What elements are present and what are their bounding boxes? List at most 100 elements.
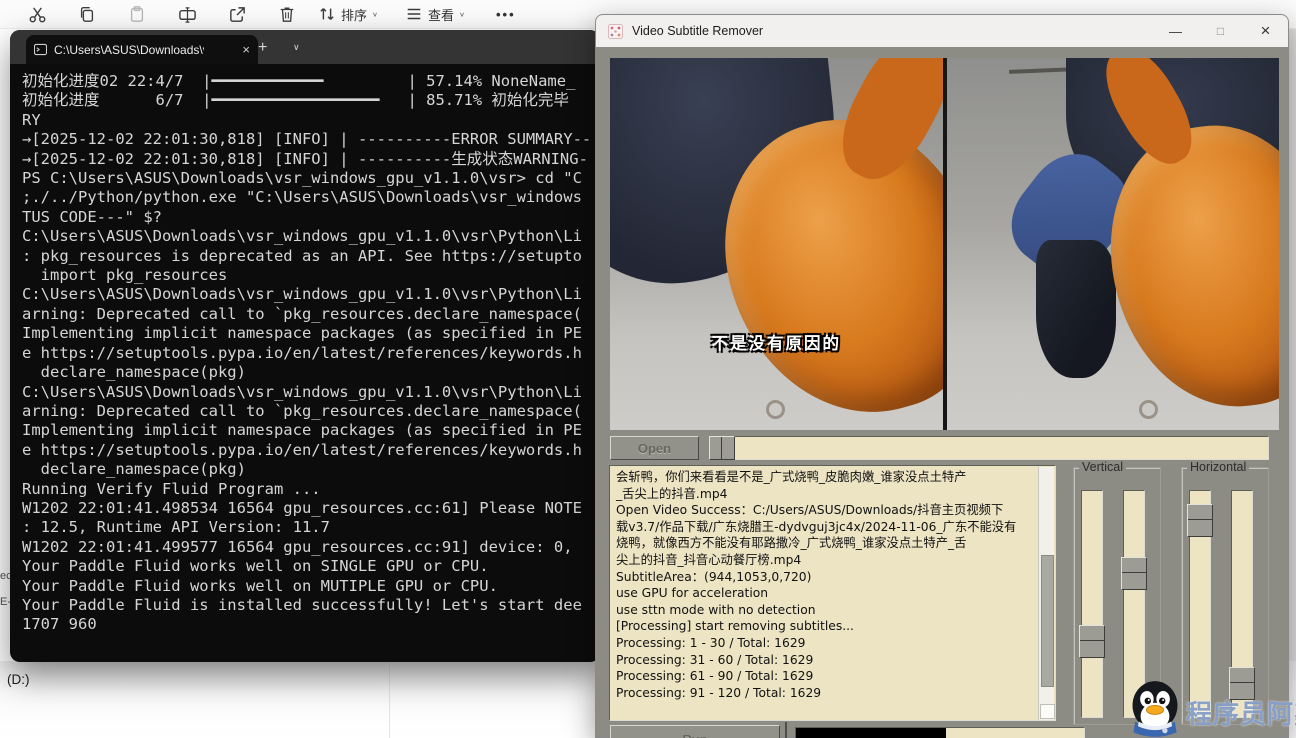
terminal-line: Your Paddle Fluid works well on MUTIPLE … bbox=[22, 577, 600, 596]
rename-icon[interactable] bbox=[178, 3, 197, 25]
scrollbar-thumb[interactable] bbox=[1041, 555, 1054, 687]
hanging-ring bbox=[766, 400, 785, 419]
explorer-column-divider bbox=[389, 663, 390, 738]
terminal-line: : pkg_resources is deprecated as an API.… bbox=[22, 247, 600, 266]
ellipsis-icon: ••• bbox=[496, 7, 516, 22]
video-preview-area: 不是没有原因的 bbox=[610, 58, 1279, 430]
log-scrollbar[interactable] bbox=[1038, 467, 1054, 721]
watermark: 程序员阿鑫 bbox=[1128, 680, 1296, 738]
copy-icon[interactable] bbox=[78, 3, 96, 25]
progress-bar bbox=[795, 727, 1085, 738]
terminal-line: Running Verify Fluid Program ... bbox=[22, 480, 600, 499]
log-line: 烧鸭，就像西方不能没有耶路撒冷_广式烧鸭_谁家没点土特产_舌 bbox=[616, 535, 1035, 552]
video-frame-processed bbox=[947, 58, 1280, 430]
terminal-line: Implementing implicit namespace packages… bbox=[22, 421, 600, 440]
window-title: Video Subtitle Remover bbox=[632, 24, 763, 38]
log-line: 载v3.7/作品下载/广东烧腊王-dydvguj3jc4x/2024-11-06… bbox=[616, 519, 1035, 536]
chevron-down-icon: ∨ bbox=[372, 10, 378, 17]
terminal-line: : 12.5, Runtime API Version: 11.7 bbox=[22, 518, 600, 537]
terminal-tab[interactable]: C:\Users\ASUS\Downloads\vsr × bbox=[26, 35, 258, 64]
log-line: Processing: 91 - 120 / Total: 1629 bbox=[616, 685, 1035, 702]
share-icon[interactable] bbox=[228, 3, 247, 25]
terminal-line: W1202 22:01:41.498534 16564 gpu_resource… bbox=[22, 499, 600, 518]
cut-icon[interactable] bbox=[28, 3, 47, 25]
log-line: 尖上的抖音_抖音心动餐厅榜.mp4 bbox=[616, 552, 1035, 569]
view-button[interactable]: 查看 ∨ bbox=[405, 3, 465, 25]
qq-penguin-icon bbox=[1128, 680, 1182, 738]
terminal-line: RY bbox=[22, 111, 600, 130]
terminal-titlebar[interactable]: C:\Users\ASUS\Downloads\vsr × + ∨ bbox=[10, 30, 600, 64]
terminal-line: declare_namespace(pkg) bbox=[22, 363, 600, 382]
log-output[interactable]: 会斩鸭，你们来看看是不是_广式烧鸭_皮脆肉嫩_谁家没点土特产_舌尖上的抖音.mp… bbox=[609, 465, 1056, 721]
terminal-line: ;./../Python/python.exe "C:\Users\ASUS\D… bbox=[22, 188, 600, 207]
horizontal-group-label: Horizontal bbox=[1187, 460, 1249, 474]
log-line: 会斩鸭，你们来看看是不是_广式烧鸭_皮脆肉嫩_谁家没点土特产 bbox=[616, 469, 1035, 486]
more-button[interactable]: ••• bbox=[496, 3, 516, 25]
video-seek-slider[interactable] bbox=[710, 436, 1269, 460]
terminal-line: TUS CODE---" $? bbox=[22, 208, 600, 227]
vertical-bottom-slider-thumb[interactable] bbox=[1121, 557, 1147, 590]
terminal-line: PS C:\Users\ASUS\Downloads\vsr_windows_g… bbox=[22, 169, 600, 188]
terminal-window: C:\Users\ASUS\Downloads\vsr × + ∨ 初始化进度0… bbox=[10, 30, 600, 662]
terminal-line: →[2025-12-02 22:01:30,818] [INFO] | ----… bbox=[22, 130, 600, 149]
terminal-line: e https://setuptools.pypa.io/en/latest/r… bbox=[22, 441, 600, 460]
terminal-line: 初始化进度02 22:4/7 |━━━━━━━━━━━━ | 57.14% No… bbox=[22, 72, 600, 91]
log-line: [Processing] start removing subtitles... bbox=[616, 618, 1035, 635]
vertical-top-slider-thumb[interactable] bbox=[1079, 625, 1105, 658]
terminal-line: C:\Users\ASUS\Downloads\vsr_windows_gpu_… bbox=[22, 227, 600, 246]
terminal-line: declare_namespace(pkg) bbox=[22, 460, 600, 479]
drive-label: (D:) bbox=[7, 672, 30, 687]
tab-dropdown-button[interactable]: ∨ bbox=[293, 42, 300, 53]
terminal-tab-title: C:\Users\ASUS\Downloads\vsr bbox=[54, 43, 204, 57]
log-line: Processing: 31 - 60 / Total: 1629 bbox=[616, 652, 1035, 669]
minimize-button[interactable]: — bbox=[1153, 15, 1198, 47]
new-tab-button[interactable]: + bbox=[258, 38, 267, 58]
seek-slider-thumb[interactable] bbox=[709, 436, 735, 460]
desktop: 排序 ∨ 查看 ∨ ••• (D:) ec E- C:\Users\ASUS\D… bbox=[0, 0, 1296, 738]
log-line: Processing: 61 - 90 / Total: 1629 bbox=[616, 668, 1035, 685]
vsr-titlebar[interactable]: Video Subtitle Remover — □ × bbox=[596, 15, 1288, 47]
terminal-line: C:\Users\ASUS\Downloads\vsr_windows_gpu_… bbox=[22, 383, 600, 402]
vertical-group-label: Vertical bbox=[1079, 460, 1126, 474]
terminal-line: 初始化进度 6/7 |━━━━━━━━━━━━━━━━━━ | 85.71% 初… bbox=[22, 91, 600, 110]
open-button[interactable]: Open bbox=[610, 436, 699, 460]
terminal-icon bbox=[34, 43, 47, 56]
divider bbox=[785, 722, 787, 738]
hanging-ring bbox=[1139, 400, 1158, 419]
terminal-line: Your Paddle Fluid is installed successfu… bbox=[22, 596, 600, 615]
rubber-boot bbox=[1036, 240, 1116, 378]
maximize-button[interactable]: □ bbox=[1198, 15, 1243, 47]
terminal-line: arning: Deprecated call to `pkg_resource… bbox=[22, 305, 600, 324]
terminal-line: import pkg_resources bbox=[22, 266, 600, 285]
burned-subtitle-text: 不是没有原因的 bbox=[610, 330, 943, 354]
watermark-text: 程序员阿鑫 bbox=[1186, 694, 1296, 731]
explorer-edge bbox=[1289, 0, 1296, 738]
terminal-line: Implementing implicit namespace packages… bbox=[22, 324, 600, 343]
terminal-line: W1202 22:01:41.499577 16564 gpu_resource… bbox=[22, 538, 600, 557]
horizontal-left-slider-thumb[interactable] bbox=[1187, 504, 1213, 537]
sort-button[interactable]: 排序 ∨ bbox=[318, 3, 378, 25]
terminal-output[interactable]: 初始化进度02 22:4/7 |━━━━━━━━━━━━ | 57.14% No… bbox=[10, 64, 600, 662]
vertical-slider-top[interactable] bbox=[1081, 490, 1103, 718]
video-frame-original: 不是没有原因的 bbox=[610, 58, 943, 430]
delete-icon[interactable] bbox=[278, 3, 296, 25]
sort-label: 排序 bbox=[341, 5, 367, 24]
terminal-line: C:\Users\ASUS\Downloads\vsr_windows_gpu_… bbox=[22, 285, 600, 304]
terminal-line: arning: Deprecated call to `pkg_resource… bbox=[22, 402, 600, 421]
scrollbar-arrow[interactable] bbox=[1040, 704, 1055, 719]
log-line: Processing: 1 - 30 / Total: 1629 bbox=[616, 635, 1035, 652]
close-icon[interactable]: × bbox=[242, 42, 250, 57]
log-line: use sttn mode with no detection bbox=[616, 602, 1035, 619]
run-button[interactable]: Run bbox=[610, 725, 780, 738]
paste-icon[interactable] bbox=[128, 3, 146, 25]
log-line: SubtitleArea：(944,1053,0,720) bbox=[616, 569, 1035, 586]
chevron-down-icon: ∨ bbox=[459, 10, 465, 17]
log-line: Open Video Success：C:/Users/ASUS/Downloa… bbox=[616, 502, 1035, 519]
vsr-window: Video Subtitle Remover — □ × 不是没有原因的 bbox=[595, 14, 1289, 738]
close-button[interactable]: × bbox=[1243, 15, 1288, 47]
progress-fill bbox=[796, 728, 946, 738]
log-line: use GPU for acceleration bbox=[616, 585, 1035, 602]
log-line: _舌尖上的抖音.mp4 bbox=[616, 486, 1035, 503]
view-label: 查看 bbox=[428, 5, 454, 24]
terminal-line: Your Paddle Fluid works well on SINGLE G… bbox=[22, 557, 600, 576]
